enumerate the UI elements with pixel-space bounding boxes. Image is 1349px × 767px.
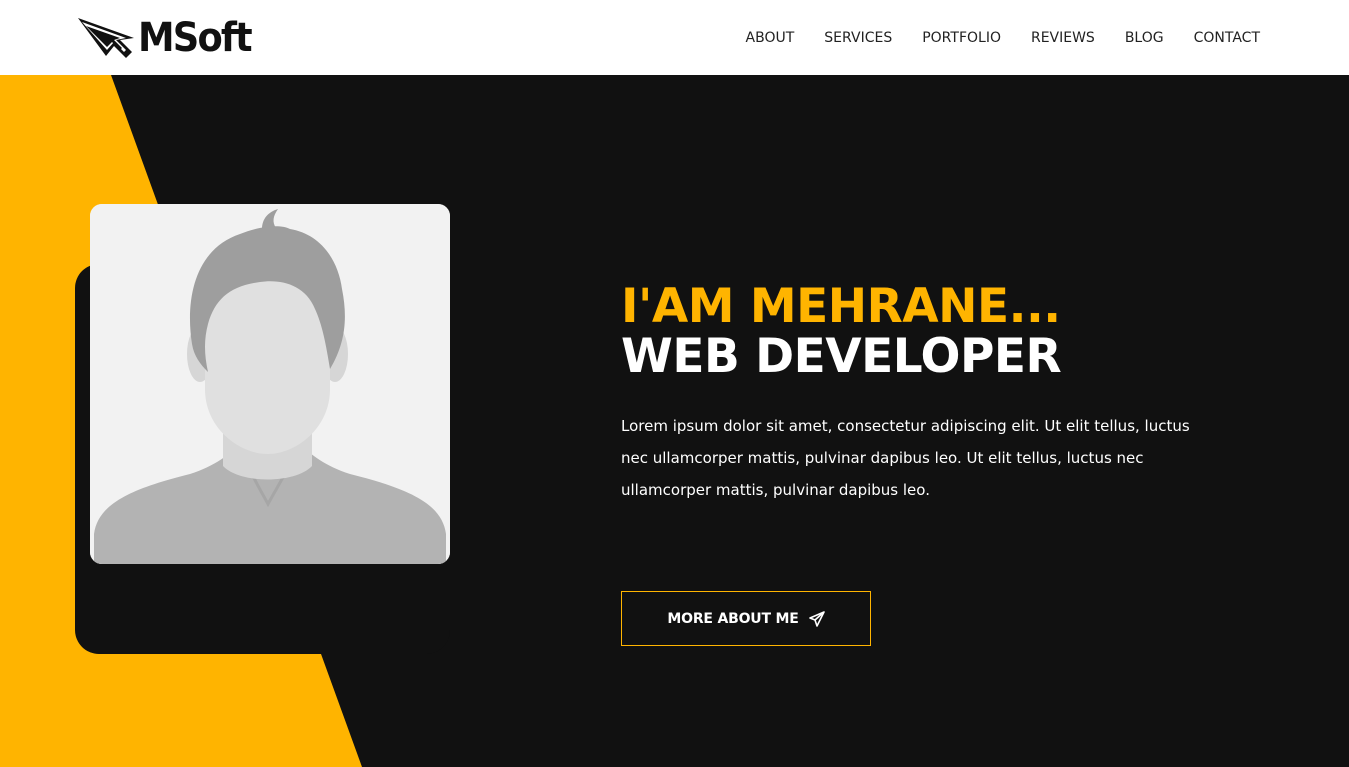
main-nav: ABOUT SERVICES PORTFOLIO REVIEWS BLOG CO…	[716, 0, 1260, 75]
cursor-arrow-icon	[78, 18, 134, 58]
more-about-me-label: MORE ABOUT ME	[667, 610, 799, 627]
hero-role: WEB DEVELOPER	[621, 329, 1062, 384]
nav-item-services[interactable]: SERVICES	[824, 30, 892, 46]
nav-item-blog[interactable]: BLOG	[1125, 30, 1164, 46]
brand-name: MSoft	[138, 15, 253, 61]
nav-item-reviews[interactable]: REVIEWS	[1031, 30, 1095, 46]
paper-plane-icon	[808, 610, 825, 627]
site-header: MSoft ABOUT SERVICES PORTFOLIO REVIEWS B…	[0, 0, 1349, 75]
avatar-photo	[90, 204, 450, 564]
nav-item-contact[interactable]: CONTACT	[1194, 30, 1260, 46]
avatar-placeholder-icon	[90, 204, 450, 564]
brand-logo[interactable]: MSoft	[76, 15, 261, 61]
nav-item-portfolio[interactable]: PORTFOLIO	[922, 30, 1001, 46]
hero-greeting: I'AM MEHRANE...	[621, 279, 1061, 334]
nav-item-about[interactable]: ABOUT	[746, 30, 795, 46]
hero-description: Lorem ipsum dolor sit amet, consectetur …	[621, 417, 1190, 499]
more-about-me-button[interactable]: MORE ABOUT ME	[621, 591, 871, 646]
